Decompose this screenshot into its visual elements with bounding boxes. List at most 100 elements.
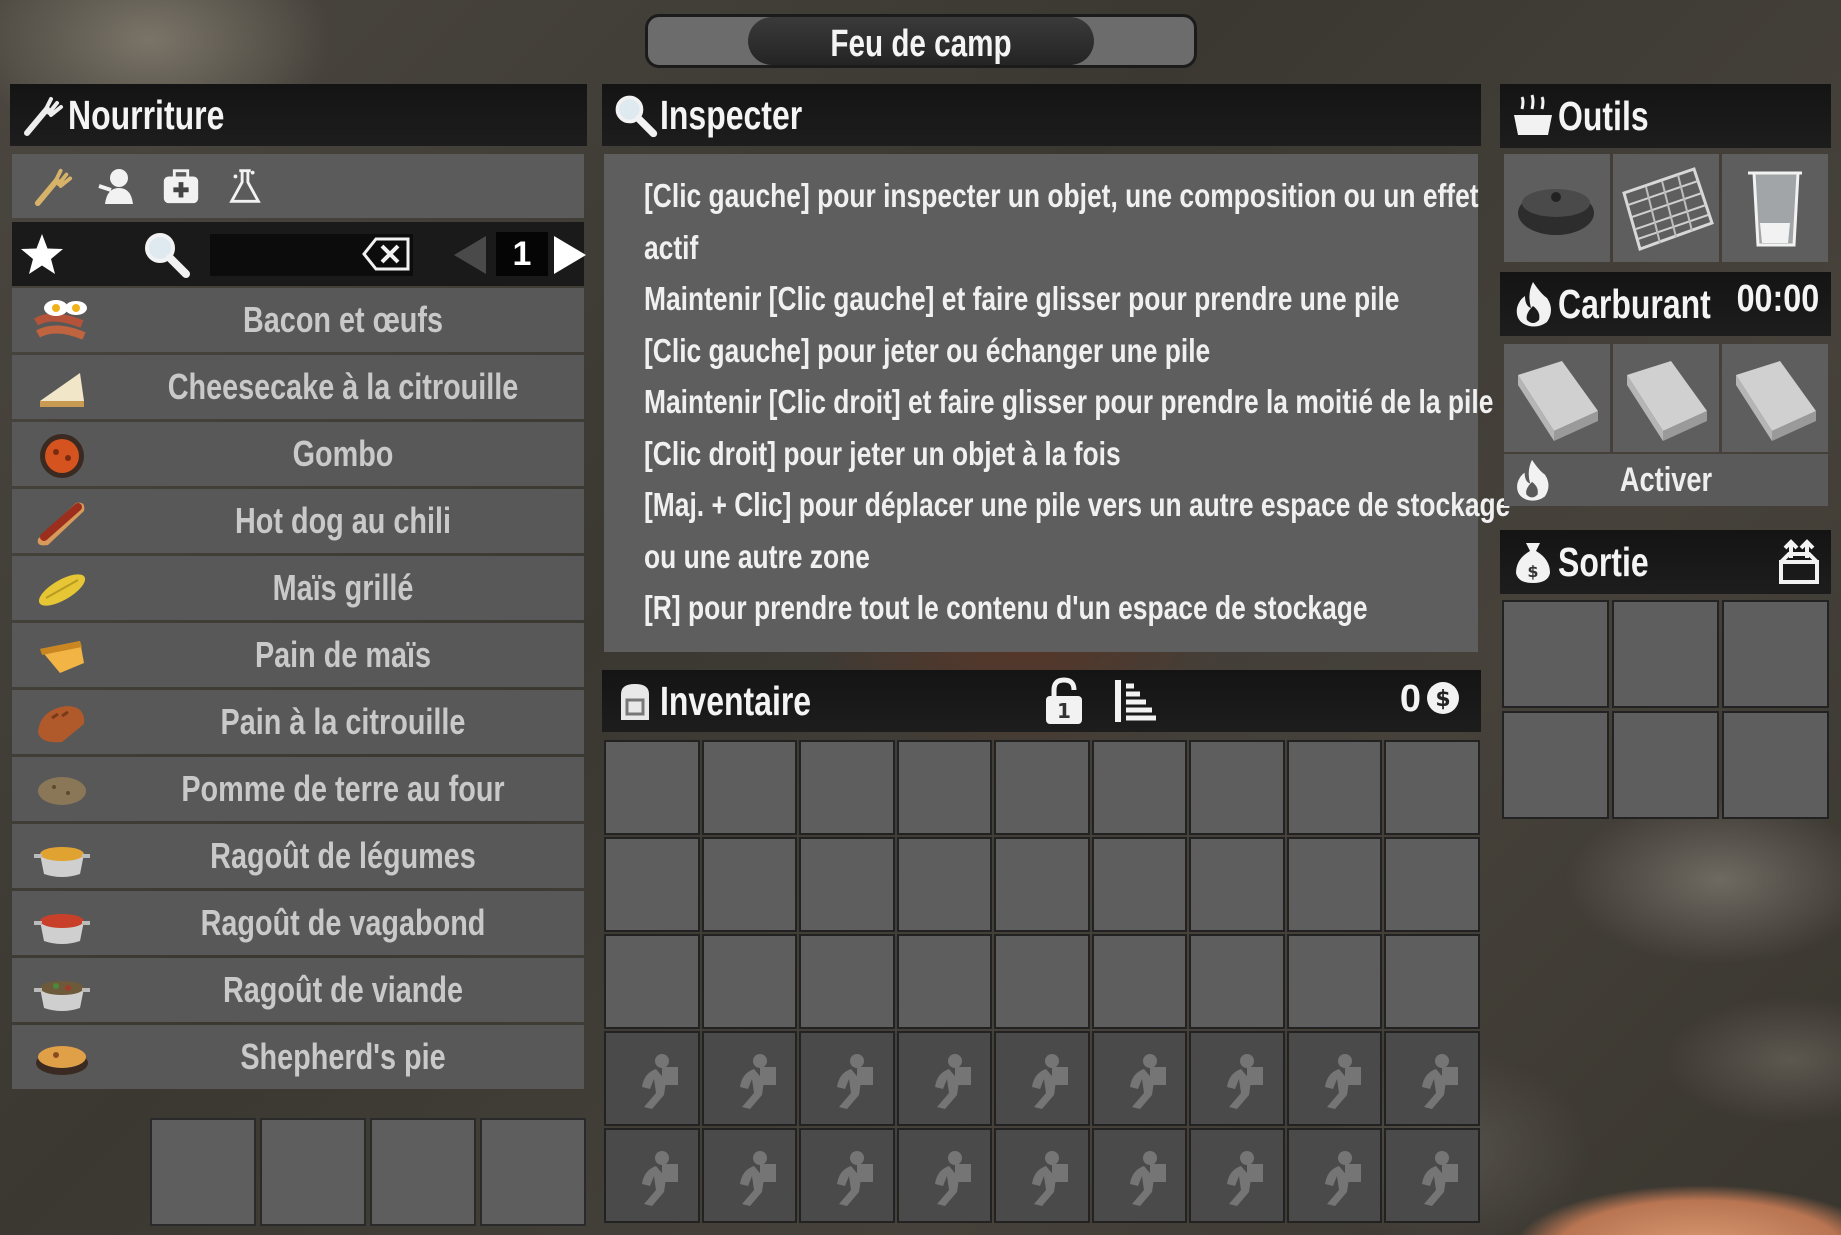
fuel-slot[interactable] xyxy=(1613,344,1719,452)
inventory-slot[interactable] xyxy=(1189,837,1285,932)
recipe-item[interactable]: Ragoût de viande xyxy=(12,958,584,1022)
activate-button[interactable]: Activer xyxy=(1504,454,1828,506)
encumbered-icon xyxy=(1422,1151,1458,1206)
inventory-slot[interactable] xyxy=(994,837,1090,932)
inventory-slot[interactable] xyxy=(896,934,992,1029)
encumbrance-slot[interactable] xyxy=(994,1128,1090,1223)
output-slot[interactable] xyxy=(1612,711,1719,819)
recipe-item[interactable]: Hot dog au chili xyxy=(12,489,584,553)
encumbered-icon xyxy=(739,1054,776,1109)
help-line: [Maj. + Clic] pour déplacer une pile ver… xyxy=(644,486,1511,523)
inventory-slot[interactable] xyxy=(1091,837,1187,932)
cook-icon[interactable] xyxy=(94,163,140,209)
output-slot[interactable] xyxy=(1502,600,1609,708)
encumbrance-slot[interactable] xyxy=(1091,1128,1187,1223)
inventory-slot[interactable] xyxy=(1091,934,1187,1029)
inventory-slot[interactable] xyxy=(896,740,992,835)
inventory-slot[interactable] xyxy=(604,837,700,932)
encumbrance-slot[interactable] xyxy=(1189,1128,1285,1223)
recipe-item[interactable]: Cheesecake à la citrouille xyxy=(12,355,584,419)
inventory-slot[interactable] xyxy=(1384,837,1480,932)
recipe-item[interactable]: Maïs grillé xyxy=(12,556,584,620)
inventory-slot[interactable] xyxy=(701,837,797,932)
tool-slot[interactable] xyxy=(1722,154,1828,262)
inventory-title: Inventaire xyxy=(660,677,812,724)
gumbo-bowl-icon xyxy=(32,428,92,480)
tool-slot[interactable] xyxy=(1613,154,1719,262)
encumbrance-slot[interactable] xyxy=(701,1128,797,1223)
stew-pot-icon xyxy=(32,964,92,1016)
inventory-slot[interactable] xyxy=(604,934,700,1029)
tool-slot[interactable] xyxy=(1504,154,1610,262)
recipe-item[interactable]: Ragoût de vagabond xyxy=(12,891,584,955)
medical-icon[interactable] xyxy=(158,163,204,209)
grill-icon xyxy=(1622,167,1714,251)
tools-panel-title: Outils xyxy=(1558,92,1649,139)
encumbrance-slot[interactable] xyxy=(799,1031,895,1126)
inventory-tools: 1 xyxy=(1042,676,1160,730)
inventory-slot[interactable] xyxy=(1384,934,1480,1029)
encumbrance-slot[interactable] xyxy=(1189,1031,1285,1126)
inventory-slot[interactable] xyxy=(701,934,797,1029)
encumbrance-slot[interactable] xyxy=(701,1031,797,1126)
previous-page-arrow[interactable] xyxy=(452,234,488,276)
inventory-slot[interactable] xyxy=(1286,934,1382,1029)
encumbrance-slot[interactable] xyxy=(1286,1128,1382,1223)
sort-icon[interactable] xyxy=(1110,676,1160,730)
inventory-slot[interactable] xyxy=(799,934,895,1029)
encumbrance-slot[interactable] xyxy=(896,1031,992,1126)
encumbrance-slot[interactable] xyxy=(1384,1128,1480,1223)
fuel-slots xyxy=(1504,344,1828,452)
tool-slots xyxy=(1504,154,1828,262)
inventory-slot[interactable] xyxy=(799,740,895,835)
wood-icon xyxy=(1736,361,1816,441)
inventory-slot[interactable] xyxy=(1384,740,1480,835)
fork-icon[interactable] xyxy=(30,163,76,209)
inventory-slot[interactable] xyxy=(1286,837,1382,932)
inventory-slot[interactable] xyxy=(1091,740,1187,835)
recipe-item[interactable]: Shepherd's pie xyxy=(12,1025,584,1089)
output-slot[interactable] xyxy=(1722,711,1829,819)
queue-slot[interactable] xyxy=(480,1118,586,1226)
dukes-coin-icon: $ xyxy=(1425,680,1461,720)
queue-slot[interactable] xyxy=(260,1118,366,1226)
encumbrance-slot[interactable] xyxy=(896,1128,992,1223)
encumbrance-slot[interactable] xyxy=(799,1128,895,1223)
encumbrance-slot[interactable] xyxy=(1286,1031,1382,1126)
queue-slot[interactable] xyxy=(150,1118,256,1226)
fuel-slot[interactable] xyxy=(1722,344,1828,452)
recipe-item[interactable]: Pomme de terre au four xyxy=(12,757,584,821)
inventory-slot[interactable] xyxy=(604,740,700,835)
fork-icon xyxy=(18,90,68,140)
lock-icon[interactable]: 1 xyxy=(1042,676,1086,730)
recipe-item[interactable]: Pain à la citrouille xyxy=(12,690,584,754)
inventory-slot[interactable] xyxy=(1189,740,1285,835)
inventory-slot[interactable] xyxy=(1189,934,1285,1029)
recipe-item[interactable]: Ragoût de légumes xyxy=(12,824,584,888)
fuel-slot[interactable] xyxy=(1504,344,1610,452)
encumbrance-slot[interactable] xyxy=(1384,1031,1480,1126)
wood-icon xyxy=(1627,361,1707,441)
queue-slot[interactable] xyxy=(370,1118,476,1226)
clear-search-icon[interactable] xyxy=(362,236,412,272)
output-slot[interactable] xyxy=(1612,600,1719,708)
encumbrance-slot[interactable] xyxy=(994,1031,1090,1126)
chemistry-icon[interactable] xyxy=(222,163,268,209)
inventory-slot[interactable] xyxy=(799,837,895,932)
inventory-slot[interactable] xyxy=(994,934,1090,1029)
inventory-slot[interactable] xyxy=(1286,740,1382,835)
output-slot[interactable] xyxy=(1722,600,1829,708)
encumbrance-slot[interactable] xyxy=(604,1031,700,1126)
recipe-item[interactable]: Bacon et œufs xyxy=(12,288,584,352)
take-all-icon[interactable] xyxy=(1775,538,1823,586)
encumbrance-slot[interactable] xyxy=(604,1128,700,1223)
output-slot[interactable] xyxy=(1502,711,1609,819)
inventory-slot[interactable] xyxy=(896,837,992,932)
next-page-arrow[interactable] xyxy=(552,234,588,276)
star-icon[interactable] xyxy=(18,230,66,278)
recipe-item[interactable]: Gombo xyxy=(12,422,584,486)
inventory-slot[interactable] xyxy=(701,740,797,835)
encumbrance-slot[interactable] xyxy=(1091,1031,1187,1126)
recipe-item[interactable]: Pain de maïs xyxy=(12,623,584,687)
inventory-slot[interactable] xyxy=(994,740,1090,835)
